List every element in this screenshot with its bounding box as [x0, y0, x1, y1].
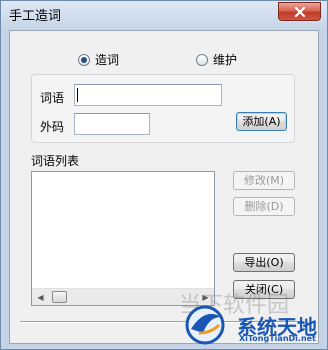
- close-window-button[interactable]: [278, 2, 321, 21]
- radio-unselected-icon: [196, 53, 208, 66]
- delete-button[interactable]: 删除(D): [233, 197, 295, 216]
- word-input[interactable]: [74, 84, 222, 106]
- radio-create-word[interactable]: 造词: [78, 51, 119, 68]
- radio-selected-icon: [78, 53, 90, 66]
- export-button[interactable]: 导出(O): [233, 253, 295, 272]
- scroll-left-arrow-icon[interactable]: ◀: [32, 289, 49, 305]
- code-input[interactable]: [74, 113, 150, 135]
- text-caret: [77, 88, 78, 102]
- scrollbar-thumb[interactable]: [52, 291, 67, 303]
- dialog-window: 手工造词 造词 维护 词语 外码 添加(A) 词语列表 ◀ ▶ 修改(M) 删除…: [0, 0, 328, 350]
- brand-watermark: 系统天地 XiTongTianDi.net: [177, 301, 327, 349]
- radio-create-word-label: 造词: [95, 53, 120, 67]
- word-list[interactable]: ◀ ▶: [31, 171, 215, 306]
- close-icon: [294, 6, 305, 17]
- window-title: 手工造词: [9, 9, 62, 24]
- title-bar[interactable]: 手工造词: [1, 1, 327, 29]
- brand-logo-icon: [185, 305, 225, 345]
- word-label: 词语: [40, 91, 65, 105]
- modify-button[interactable]: 修改(M): [233, 171, 295, 190]
- radio-maintain[interactable]: 维护: [196, 51, 237, 68]
- word-list-label: 词语列表: [31, 154, 80, 168]
- radio-maintain-label: 维护: [213, 53, 238, 67]
- brand-url: XiTongTianDi.net: [239, 334, 316, 343]
- mode-selector: 造词 维护: [10, 51, 320, 69]
- add-button[interactable]: 添加(A): [236, 112, 287, 131]
- word-entry-group: 词语 外码 添加(A): [31, 74, 295, 143]
- code-label: 外码: [40, 120, 65, 134]
